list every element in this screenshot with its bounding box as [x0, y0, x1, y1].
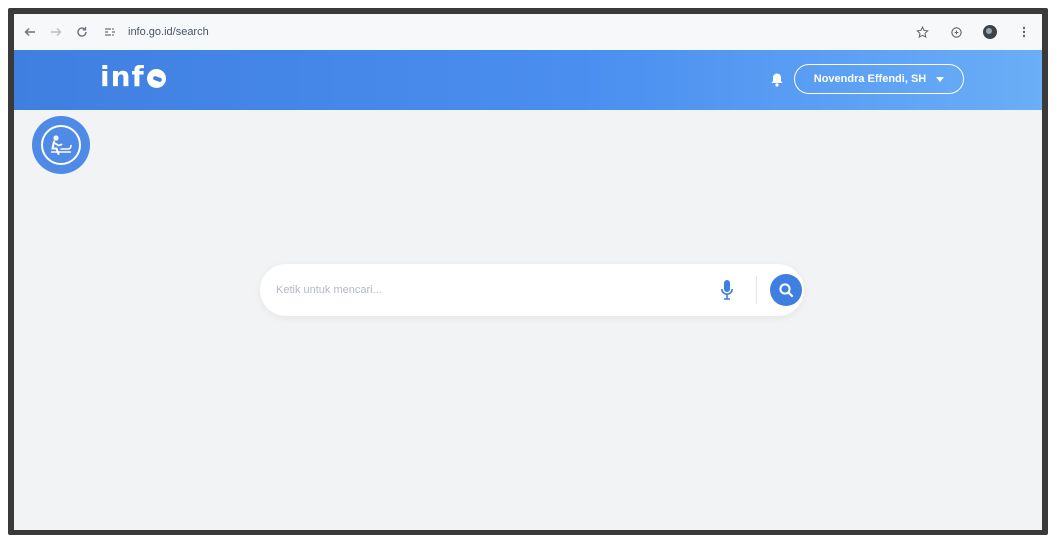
logo-text: inf: [100, 60, 145, 93]
reload-button[interactable]: [72, 22, 92, 42]
search-icon: [779, 283, 794, 298]
browser-window: info.go.id/search inf Novendra Effendi, …: [14, 14, 1042, 530]
badge-ring: [41, 125, 81, 165]
person-desk-icon: [51, 135, 72, 155]
profile-button[interactable]: [980, 22, 1000, 42]
user-menu-button[interactable]: Novendra Effendi, SH: [794, 64, 964, 94]
search-bar: [260, 264, 804, 316]
reload-icon: [77, 27, 87, 37]
user-name: Novendra Effendi, SH: [813, 73, 927, 85]
microphone-icon[interactable]: [720, 279, 734, 301]
chevron-down-icon: [936, 76, 945, 82]
toolbar-actions: [912, 22, 1034, 42]
arrow-right-icon: [51, 28, 62, 36]
search-button[interactable]: [770, 274, 802, 306]
logo-mark-icon: [146, 69, 166, 88]
browser-menu-button[interactable]: [1014, 22, 1034, 42]
address-bar[interactable]: info.go.id/search: [104, 20, 209, 44]
browser-toolbar: info.go.id/search: [14, 14, 1042, 50]
extension-button[interactable]: [946, 22, 966, 42]
url-text: info.go.id/search: [128, 26, 209, 38]
search-divider: [756, 276, 757, 304]
app-logo[interactable]: inf: [100, 60, 166, 93]
app-header: inf Novendra Effendi, SH: [14, 50, 1042, 110]
arrow-left-icon: [24, 28, 35, 36]
profile-badge[interactable]: [32, 116, 90, 174]
back-button[interactable]: [20, 22, 40, 42]
profile-avatar-icon: [983, 25, 997, 39]
site-info-icon[interactable]: [104, 25, 118, 39]
extension-icon: [950, 26, 962, 38]
star-icon: [915, 25, 929, 38]
bookmark-button[interactable]: [912, 22, 932, 42]
more-vert-icon: [1022, 26, 1026, 38]
forward-button[interactable]: [46, 22, 66, 42]
bell-icon[interactable]: [770, 72, 784, 88]
search-input[interactable]: [276, 264, 696, 316]
